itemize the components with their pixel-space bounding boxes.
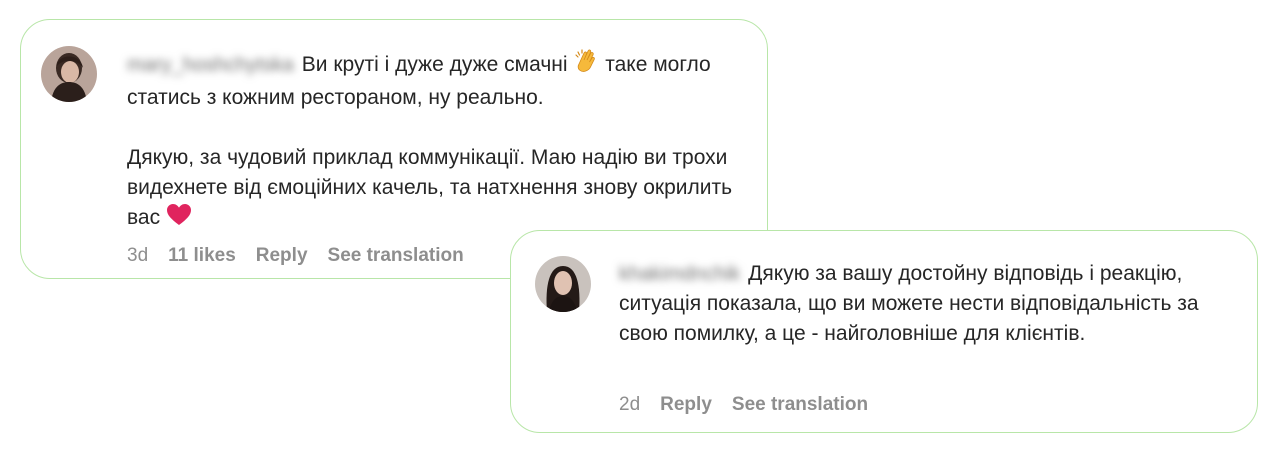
- comments-stage: mary_hoshchytska Ви круті і дуже дуже сма…: [0, 0, 1280, 455]
- clapping-hands-icon: [573, 48, 599, 83]
- comment-text-part: Ви круті і дуже дуже смачні: [301, 53, 568, 76]
- comment-paragraph-2: Дякую, за чудовий приклад коммунікації. …: [127, 143, 747, 236]
- comment-card-2: khakimdnchik Дякую за вашу достойну відпо…: [510, 230, 1258, 433]
- comment-timestamp[interactable]: 3d: [127, 245, 148, 267]
- reply-button[interactable]: Reply: [660, 394, 712, 416]
- red-heart-icon: [166, 203, 192, 236]
- comment-paragraph-1: khakimdnchik Дякую за вашу достойну відпо…: [619, 259, 1229, 349]
- avatar[interactable]: [535, 256, 591, 312]
- avatar-image: [41, 46, 97, 102]
- see-translation-button[interactable]: See translation: [732, 394, 868, 416]
- comment-username[interactable]: mary_hoshchytska: [127, 50, 294, 80]
- comment-meta: 3d 11 likes Reply See translation: [127, 245, 464, 267]
- comment-body: mary_hoshchytska Ви круті і дуже дуже сма…: [127, 48, 747, 236]
- reply-button[interactable]: Reply: [256, 245, 308, 267]
- comment-body: khakimdnchik Дякую за вашу достойну відпо…: [619, 259, 1229, 349]
- see-translation-button[interactable]: See translation: [328, 245, 464, 267]
- likes-count[interactable]: 11 likes: [168, 245, 236, 267]
- comment-text-part: Дякую, за чудовий приклад коммунікації. …: [127, 146, 733, 229]
- comment-username[interactable]: khakimdnchik: [619, 259, 740, 289]
- avatar[interactable]: [41, 46, 97, 102]
- comment-meta: 2d Reply See translation: [619, 394, 868, 416]
- comment-timestamp[interactable]: 2d: [619, 394, 640, 416]
- avatar-image: [535, 256, 591, 312]
- comment-paragraph-1: mary_hoshchytska Ви круті і дуже дуже сма…: [127, 48, 747, 113]
